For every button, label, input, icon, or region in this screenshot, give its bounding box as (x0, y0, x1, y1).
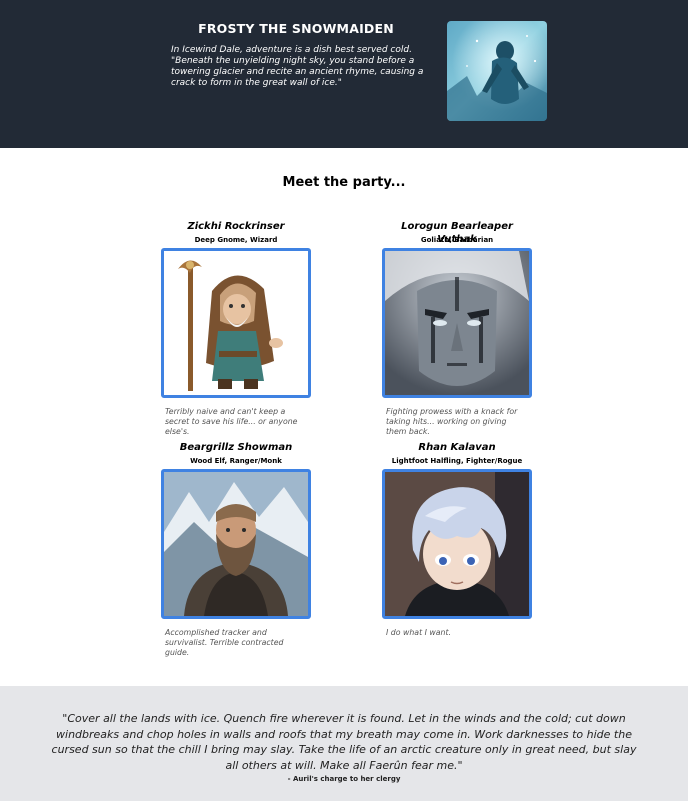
character-race-class: Goliath, Barbarian (420, 236, 494, 244)
header-artwork (447, 21, 547, 121)
party-card-beargrillz: Beargrillz Showman Wood Elf, Ranger/Monk… (161, 441, 311, 658)
character-portrait (382, 248, 532, 398)
party-card-rhan: Rhan Kalavan Lightfoot Halfling, Fighter… (382, 441, 532, 638)
character-description: I do what I want. (386, 628, 452, 637)
character-name: Zickhi Rockrinser (187, 221, 285, 232)
intro-rhyme-text: "Beneath the unyielding night sky, you s… (171, 56, 424, 88)
party-heading: Meet the party... (282, 175, 406, 190)
character-description: Accomplished tracker and survivalist. Te… (165, 628, 284, 657)
page-title: FROSTY THE SNOWMAIDEN (198, 21, 394, 36)
character-race-class: Wood Elf, Ranger/Monk (190, 457, 282, 465)
quote-attribution: - Auril's charge to her clergy (287, 775, 401, 783)
quote-footer: "Cover all the lands with ice. Quench fi… (0, 686, 688, 801)
character-portrait (382, 469, 532, 619)
header-intro: In Icewind Dale, adventure is a dish bes… (171, 45, 433, 89)
character-name: Beargrillz Showman (179, 442, 293, 453)
party-card-zickhi: Zickhi Rockrinser Deep Gnome, Wizard Ter… (161, 220, 311, 437)
character-name: Lorogun Bearleaper Vuthak (401, 221, 513, 245)
character-portrait (161, 248, 311, 398)
character-race-class: Lightfoot Halfling, Fighter/Rogue (391, 457, 523, 465)
header-banner: FROSTY THE SNOWMAIDEN In Icewind Dale, a… (0, 0, 688, 148)
character-description: Terribly naive and can't keep a secret t… (165, 407, 298, 436)
character-race-class: Deep Gnome, Wizard (194, 236, 278, 244)
character-name: Rhan Kalavan (418, 442, 496, 453)
character-portrait (161, 469, 311, 619)
character-description: Fighting prowess with a knack for taking… (386, 407, 518, 436)
auril-quote: "Cover all the lands with ice. Quench fi… (51, 712, 637, 772)
party-card-lorogun: Lorogun Bearleaper Vuthak Goliath, Barba… (382, 220, 532, 437)
intro-tagline: In Icewind Dale, adventure is a dish bes… (171, 45, 412, 55)
